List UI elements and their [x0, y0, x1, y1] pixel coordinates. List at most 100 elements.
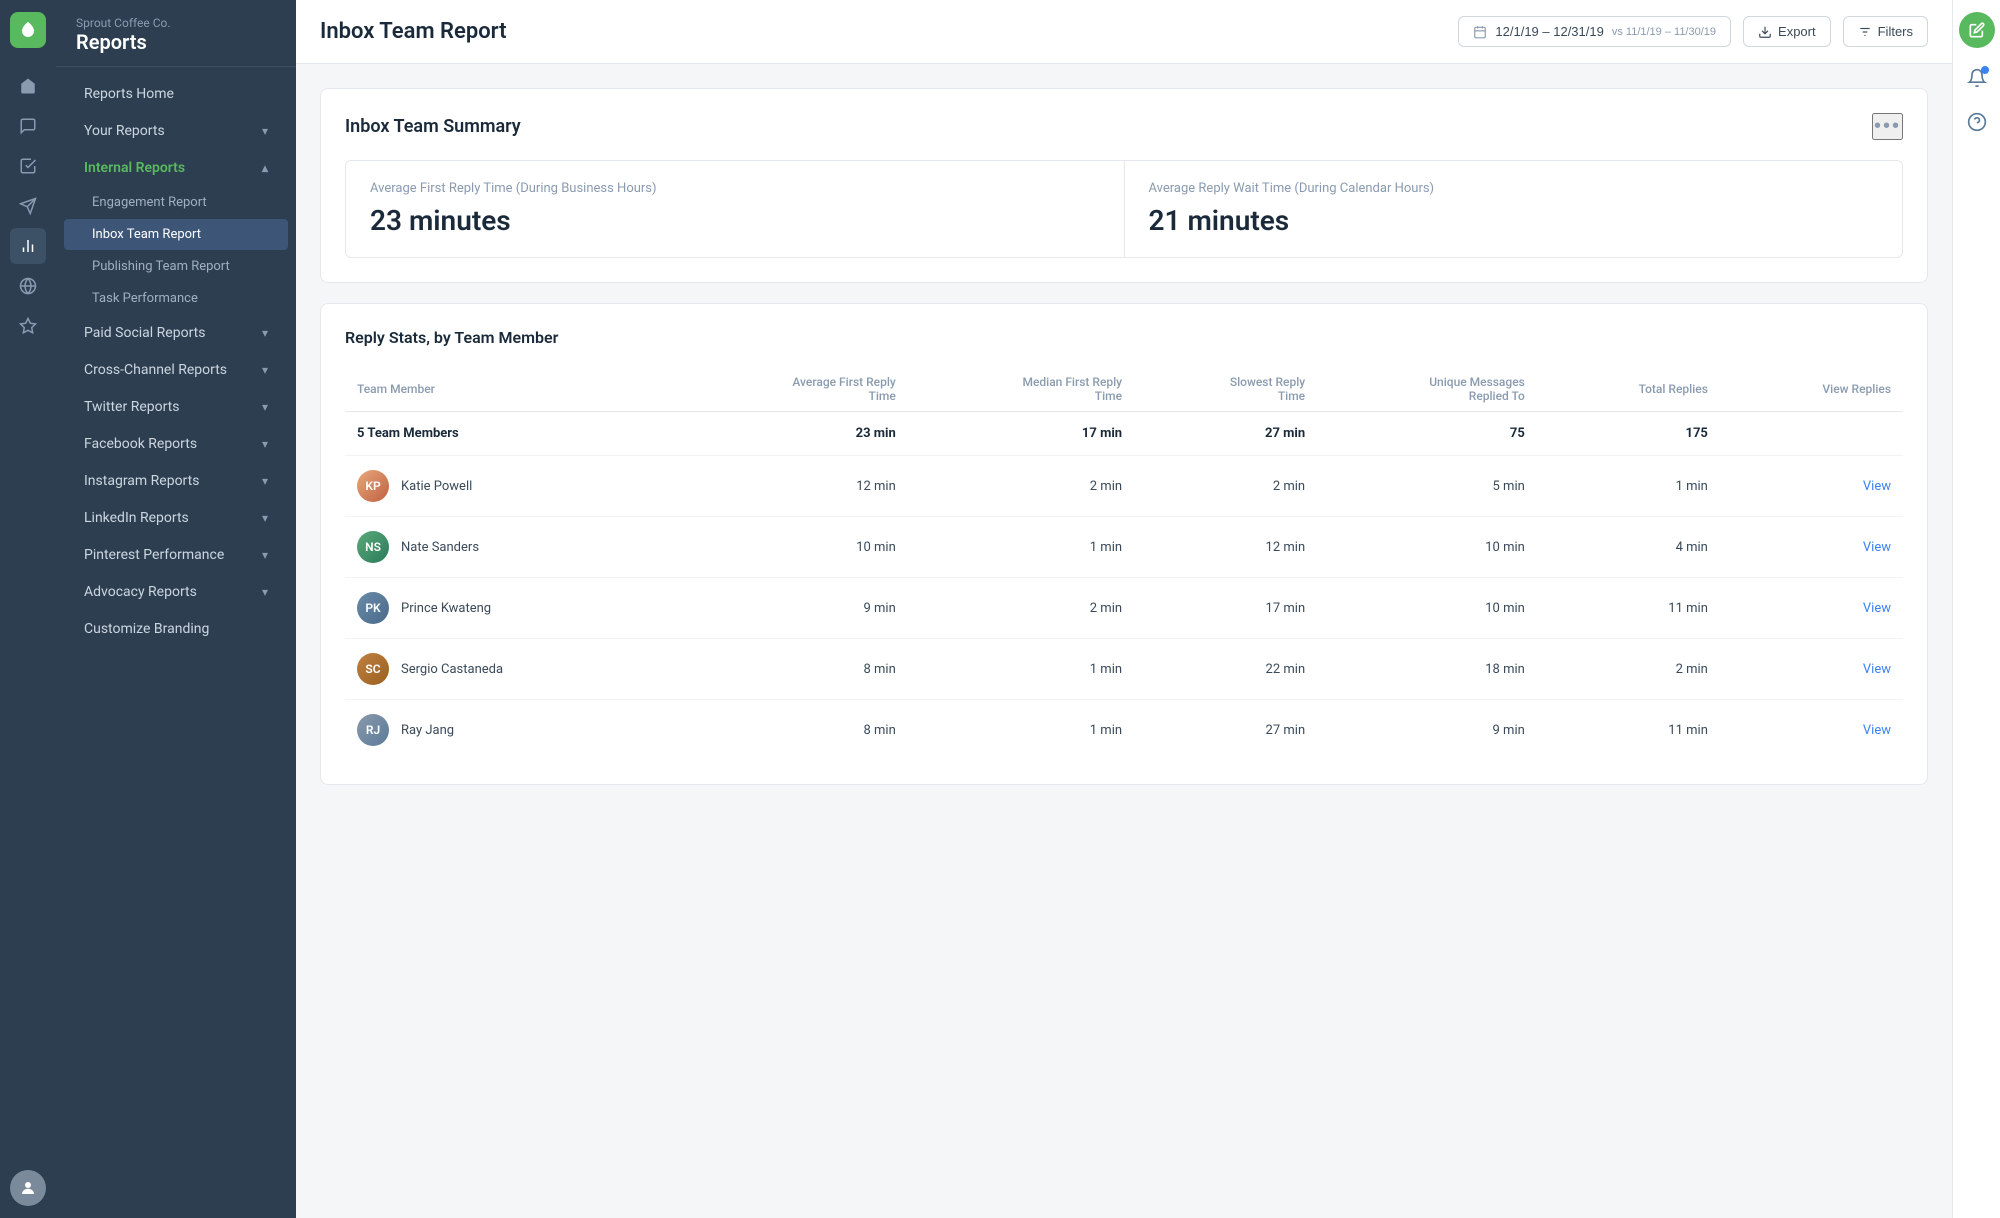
view-replies-link[interactable]: View [1863, 662, 1891, 677]
sidebar-sub-task-performance[interactable]: Task Performance [64, 283, 288, 314]
icon-rail [0, 0, 56, 1218]
nav-social-icon[interactable] [10, 268, 46, 304]
col-header-member: Team Member [345, 367, 675, 412]
cell-unique_messages: 5 min [1317, 456, 1537, 517]
cell-member: NS Nate Sanders [345, 517, 675, 578]
sidebar: Sprout Coffee Co. Reports Reports Home Y… [56, 0, 296, 1218]
member-avatar: KP [357, 470, 389, 502]
cell-member: RJ Ray Jang [345, 700, 675, 761]
chevron-down-icon: ▾ [262, 585, 268, 599]
sidebar-item-advocacy-reports[interactable]: Advocacy Reports ▾ [64, 574, 288, 610]
date-range-button[interactable]: 12/1/19 – 12/31/19 vs 11/1/19 – 11/30/19 [1458, 16, 1731, 47]
view-replies-link[interactable]: View [1863, 540, 1891, 555]
table-row: RJ Ray Jang 8 min1 min27 min9 min11 minV… [345, 700, 1903, 761]
metric-cell-wait-time: Average Reply Wait Time (During Calendar… [1125, 161, 1903, 257]
cell-slowest_reply: 2 min [1134, 456, 1317, 517]
nav-tasks-icon[interactable] [10, 148, 46, 184]
member-name: Prince Kwateng [401, 601, 491, 616]
sidebar-item-twitter-reports[interactable]: Twitter Reports ▾ [64, 389, 288, 425]
nav-publish-icon[interactable] [10, 188, 46, 224]
chevron-down-icon: ▾ [262, 437, 268, 451]
cell-avg_first_reply: 12 min [675, 456, 908, 517]
sidebar-sub-inbox-team-report[interactable]: Inbox Team Report [64, 219, 288, 250]
table-card-title: Reply Stats, by Team Member [345, 328, 1903, 347]
member-avatar: NS [357, 531, 389, 563]
summary-slowest-reply: 27 min [1134, 412, 1317, 456]
cell-view-replies: View [1720, 517, 1903, 578]
calendar-icon [1473, 25, 1487, 39]
cell-unique_messages: 9 min [1317, 700, 1537, 761]
sidebar-item-paid-social-reports[interactable]: Paid Social Reports ▾ [64, 315, 288, 351]
cell-median_first_reply: 1 min [908, 700, 1134, 761]
notifications-button[interactable] [1963, 64, 1991, 92]
cell-median_first_reply: 1 min [908, 639, 1134, 700]
member-name: Ray Jang [401, 723, 454, 738]
sidebar-item-pinterest-performance[interactable]: Pinterest Performance ▾ [64, 537, 288, 573]
cell-member: PK Prince Kwateng [345, 578, 675, 639]
filters-button[interactable]: Filters [1843, 16, 1928, 47]
view-replies-link[interactable]: View [1863, 479, 1891, 494]
member-avatar: SC [357, 653, 389, 685]
metric-label-first-reply: Average First Reply Time (During Busines… [370, 181, 1100, 196]
summary-card: Inbox Team Summary ••• Average First Rep… [320, 88, 1928, 283]
cell-median_first_reply: 2 min [908, 456, 1134, 517]
view-replies-link[interactable]: View [1863, 601, 1891, 616]
sidebar-item-linkedin-reports[interactable]: LinkedIn Reports ▾ [64, 500, 288, 536]
nav-reports-icon[interactable] [10, 228, 46, 264]
col-header-unique-messages: Unique MessagesReplied To [1317, 367, 1537, 412]
top-bar-actions: 12/1/19 – 12/31/19 vs 11/1/19 – 11/30/19… [1458, 16, 1928, 47]
date-range-value: 12/1/19 – 12/31/19 [1495, 24, 1603, 39]
logo-icon [10, 12, 46, 48]
more-options-button[interactable]: ••• [1872, 113, 1903, 140]
cell-slowest_reply: 22 min [1134, 639, 1317, 700]
table-row: KP Katie Powell 12 min2 min2 min5 min1 m… [345, 456, 1903, 517]
cell-member: KP Katie Powell [345, 456, 675, 517]
nav-star-icon[interactable] [10, 308, 46, 344]
cell-avg_first_reply: 9 min [675, 578, 908, 639]
summary-median-first-reply: 17 min [908, 412, 1134, 456]
member-name: Katie Powell [401, 479, 472, 494]
table-card: Reply Stats, by Team Member Team Member … [320, 303, 1928, 785]
summary-total-replies: 175 [1537, 412, 1720, 456]
sidebar-sub-publishing-team-report[interactable]: Publishing Team Report [64, 251, 288, 282]
sidebar-item-internal-reports[interactable]: Internal Reports ▴ [64, 150, 288, 186]
chevron-down-icon: ▾ [262, 548, 268, 562]
sidebar-item-cross-channel-reports[interactable]: Cross-Channel Reports ▾ [64, 352, 288, 388]
sidebar-header: Sprout Coffee Co. Reports [56, 0, 296, 67]
view-replies-link[interactable]: View [1863, 723, 1891, 738]
cell-total_replies: 1 min [1537, 456, 1720, 517]
app-title: Reports [76, 30, 276, 54]
page-title: Inbox Team Report [320, 19, 507, 44]
cell-median_first_reply: 2 min [908, 578, 1134, 639]
summary-card-title: Inbox Team Summary [345, 116, 521, 137]
compose-button[interactable] [1959, 12, 1995, 48]
cell-view-replies: View [1720, 456, 1903, 517]
help-button[interactable] [1963, 108, 1991, 136]
sidebar-item-your-reports[interactable]: Your Reports ▾ [64, 113, 288, 149]
chevron-up-icon: ▴ [262, 161, 268, 175]
sidebar-sub-engagement-report[interactable]: Engagement Report [64, 187, 288, 218]
chevron-down-icon: ▾ [262, 400, 268, 414]
cell-avg_first_reply: 10 min [675, 517, 908, 578]
chevron-down-icon: ▾ [262, 474, 268, 488]
sidebar-item-instagram-reports[interactable]: Instagram Reports ▾ [64, 463, 288, 499]
sidebar-item-reports-home[interactable]: Reports Home [64, 76, 288, 112]
sidebar-item-facebook-reports[interactable]: Facebook Reports ▾ [64, 426, 288, 462]
user-avatar[interactable] [10, 1170, 46, 1206]
cell-unique_messages: 10 min [1317, 578, 1537, 639]
sidebar-nav: Reports Home Your Reports ▾ Internal Rep… [56, 67, 296, 656]
cell-member: SC Sergio Castaneda [345, 639, 675, 700]
metric-label-wait-time: Average Reply Wait Time (During Calendar… [1149, 181, 1879, 196]
table-summary-row: 5 Team Members 23 min 17 min 27 min 75 1… [345, 412, 1903, 456]
table-body: 5 Team Members 23 min 17 min 27 min 75 1… [345, 412, 1903, 761]
member-name: Sergio Castaneda [401, 662, 503, 677]
cell-total_replies: 4 min [1537, 517, 1720, 578]
nav-home-icon[interactable] [10, 68, 46, 104]
nav-inbox-icon[interactable] [10, 108, 46, 144]
export-button[interactable]: Export [1743, 16, 1831, 47]
content-area: Inbox Team Summary ••• Average First Rep… [296, 64, 1952, 1218]
sidebar-item-customize-branding[interactable]: Customize Branding [64, 611, 288, 647]
cell-slowest_reply: 17 min [1134, 578, 1317, 639]
cell-view-replies: View [1720, 578, 1903, 639]
table-row: NS Nate Sanders 10 min1 min12 min10 min4… [345, 517, 1903, 578]
